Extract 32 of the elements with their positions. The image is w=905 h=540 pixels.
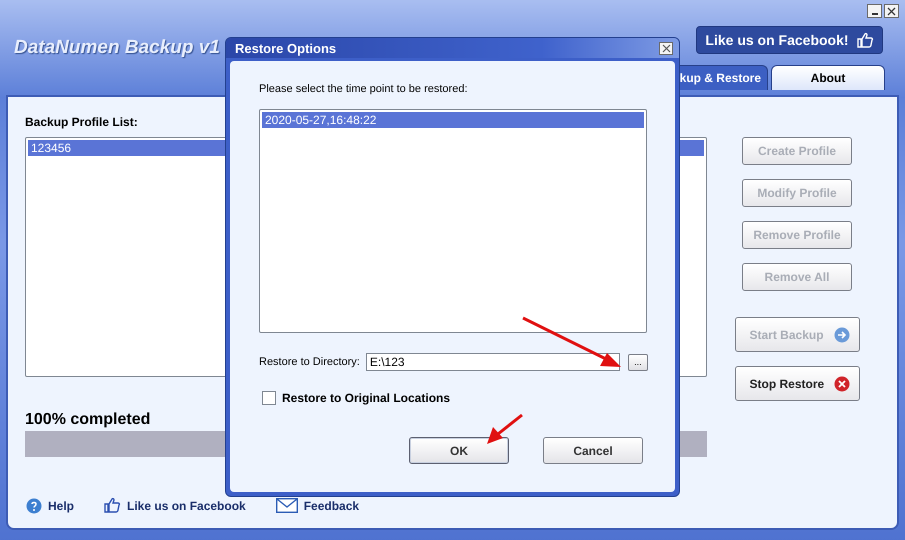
- button[interactable]: Stop Restore: [734, 366, 860, 401]
- browse-button[interactable]: ...: [628, 354, 648, 370]
- time-point-list[interactable]: 2020-05-27,16:48:22: [259, 109, 647, 333]
- minimize-button[interactable]: [867, 4, 882, 18]
- link[interactable]: Help: [48, 498, 74, 512]
- close-icon: [887, 6, 896, 16]
- link[interactable]: Like us on Facebook: [127, 498, 246, 512]
- thumbs-up-icon: [104, 497, 122, 514]
- list-label: Backup Profile List:: [25, 115, 138, 131]
- pointer-arrow: [487, 414, 523, 444]
- close-button[interactable]: [659, 42, 673, 54]
- button[interactable]: Cancel: [543, 437, 643, 464]
- dialog-title: Restore Options: [235, 40, 336, 56]
- close-icon: [662, 44, 670, 52]
- button[interactable]: OK: [409, 437, 509, 464]
- directory-label: Restore to Directory:: [259, 356, 360, 368]
- directory-field[interactable]: E:\123: [366, 353, 620, 371]
- help-icon: [26, 498, 42, 514]
- close-icon: [834, 376, 850, 392]
- thumbs-up-icon: [856, 32, 874, 48]
- progress-label: 100% completed: [25, 411, 150, 430]
- facebook-button[interactable]: Like us on Facebook!: [696, 26, 883, 54]
- link[interactable]: Feedback: [304, 498, 360, 512]
- envelope-icon: [276, 498, 298, 513]
- app-title: DataNumen Backup v1: [14, 37, 220, 60]
- prompt-label: Please select the time point to be restored:: [259, 83, 469, 97]
- minimize-icon: [872, 12, 878, 14]
- checkbox-label: Restore to Original Locations: [282, 391, 450, 405]
- close-button[interactable]: [884, 4, 899, 18]
- tab[interactable]: About: [771, 65, 885, 90]
- list-item[interactable]: 2020-05-27,16:48:22: [262, 112, 644, 128]
- checkbox[interactable]: [262, 391, 276, 405]
